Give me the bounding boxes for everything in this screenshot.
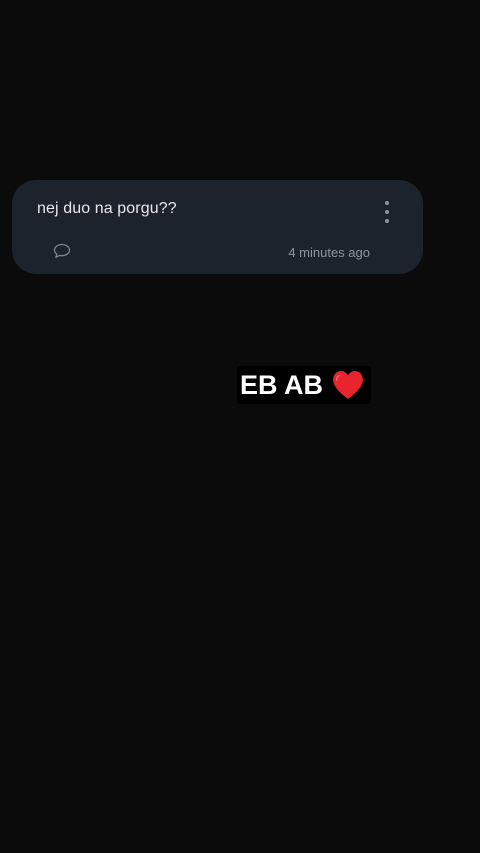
message-timestamp: 4 minutes ago	[288, 245, 370, 260]
caption-overlay: EB AB	[237, 366, 372, 404]
heart-icon	[333, 371, 363, 399]
more-vertical-icon	[385, 201, 389, 205]
screen: nej duo na porgu?? 4 minutes ago EB AB	[0, 0, 480, 853]
message-text: nej duo na porgu??	[37, 200, 177, 217]
message-card[interactable]: nej duo na porgu?? 4 minutes ago	[12, 180, 423, 274]
more-dot	[385, 219, 389, 223]
chat-bubble-icon[interactable]	[53, 243, 71, 259]
caption-text: EB AB	[240, 369, 324, 400]
more-options-button[interactable]	[377, 199, 397, 225]
more-dot	[385, 210, 389, 214]
